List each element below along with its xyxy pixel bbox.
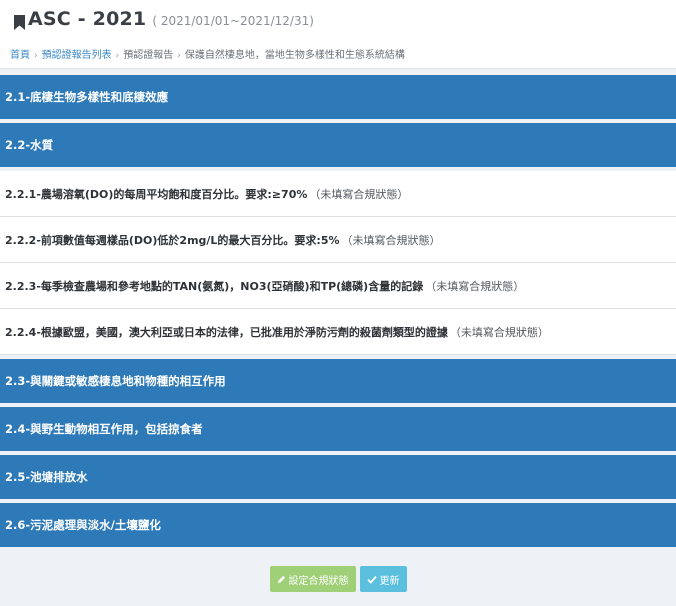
set-compliance-status-label: 設定合規狀態 <box>288 575 349 587</box>
section-2-6[interactable]: 2.6-污泥處理與淡水/土壤鹽化 <box>0 503 676 547</box>
page-title: ASC - 2021 <box>28 8 147 30</box>
chevron-right-icon: › <box>177 51 181 61</box>
criterion-status: （未填寫合規狀態） <box>449 325 549 339</box>
criterion-text: 2.2.4-根據歐盟，美國，澳大利亞或日本的法律，已批准用於淨防污劑的殺菌劑類型… <box>5 325 448 339</box>
criterion-text: 2.2.2-前項數值每週樣品(DO)低於2mg/L的最大百分比。要求:5% <box>5 233 340 247</box>
criterion-status: （未填寫合規狀態） <box>425 279 525 293</box>
date-range: ( 2021/01/01~2021/12/31) <box>152 14 314 28</box>
section-label: 2.3-與關鍵或敏感棲息地和物種的相互作用 <box>5 374 226 388</box>
criterion-2-2-1[interactable]: 2.2.1-農場溶氧(DO)的每周平均飽和度百分比。要求:≥70% （未填寫合規狀… <box>0 171 676 217</box>
chevron-right-icon: › <box>115 51 120 61</box>
breadcrumb-report: 預認證報告 <box>123 50 174 61</box>
title-row: ASC - 2021 ( 2021/01/01~2021/12/31) <box>14 8 314 34</box>
section-2-5[interactable]: 2.5-池塘排放水 <box>0 455 676 499</box>
breadcrumb: 首頁 › 預認證報告列表 › 預認證報告 › 保護自然棲息地，當地生物多樣性和生態系統結構 <box>10 46 405 61</box>
section-2-4[interactable]: 2.4-與野生動物相互作用，包括掠食者 <box>0 407 676 451</box>
section-label: 2.6-污泥處理與淡水/土壤鹽化 <box>5 518 161 532</box>
criterion-status: （未填寫合規狀態） <box>309 187 409 201</box>
criterion-2-2-2[interactable]: 2.2.2-前項數值每週樣品(DO)低於2mg/L的最大百分比。要求:5% （未填… <box>0 217 676 263</box>
criteria-list: 2.1-底棲生物多樣性和底棲效應 2.2-水質 2.2.1-農場溶氧(DO)的每… <box>0 75 676 551</box>
chevron-right-icon: › <box>34 51 38 61</box>
check-icon <box>366 575 377 584</box>
section-2-1[interactable]: 2.1-底棲生物多樣性和底棲效應 <box>0 75 676 119</box>
criterion-status: （未填寫合規狀態） <box>341 233 441 247</box>
section-label: 2.5-池塘排放水 <box>5 470 88 484</box>
breadcrumb-report-list[interactable]: 預認證報告列表 <box>42 50 112 61</box>
section-2-2[interactable]: 2.2-水質 <box>0 123 676 167</box>
criterion-text: 2.2.3-每季檢查農場和參考地點的TAN(氨氮)，NO3(亞硝酸)和TP(總磷… <box>5 279 424 293</box>
set-compliance-status-button[interactable]: 設定合規狀態 <box>269 566 356 592</box>
bookmark-icon <box>14 14 25 30</box>
section-label: 2.1-底棲生物多樣性和底棲效應 <box>5 90 169 104</box>
pencil-icon <box>277 575 286 584</box>
section-2-3[interactable]: 2.3-與關鍵或敏感棲息地和物種的相互作用 <box>0 359 676 403</box>
update-button[interactable]: 更新 <box>359 566 407 592</box>
section-label: 2.2-水質 <box>5 138 54 152</box>
action-bar: 設定合規狀態 更新 <box>0 548 676 606</box>
criterion-2-2-4[interactable]: 2.2.4-根據歐盟，美國，澳大利亞或日本的法律，已批准用於淨防污劑的殺菌劑類型… <box>0 309 676 355</box>
section-label: 2.4-與野生動物相互作用，包括掠食者 <box>5 422 203 436</box>
page-header: ASC - 2021 ( 2021/01/01~2021/12/31) 首頁 › 預… <box>0 0 676 69</box>
criterion-text: 2.2.1-農場溶氧(DO)的每周平均飽和度百分比。要求:≥70% <box>5 187 308 201</box>
breadcrumb-current: 保護自然棲息地，當地生物多樣性和生態系統結構 <box>184 50 405 61</box>
breadcrumb-home[interactable]: 首頁 <box>10 50 30 61</box>
criterion-2-2-3[interactable]: 2.2.3-每季檢查農場和參考地點的TAN(氨氮)，NO3(亞硝酸)和TP(總磷… <box>0 263 676 309</box>
update-label: 更新 <box>379 575 400 587</box>
